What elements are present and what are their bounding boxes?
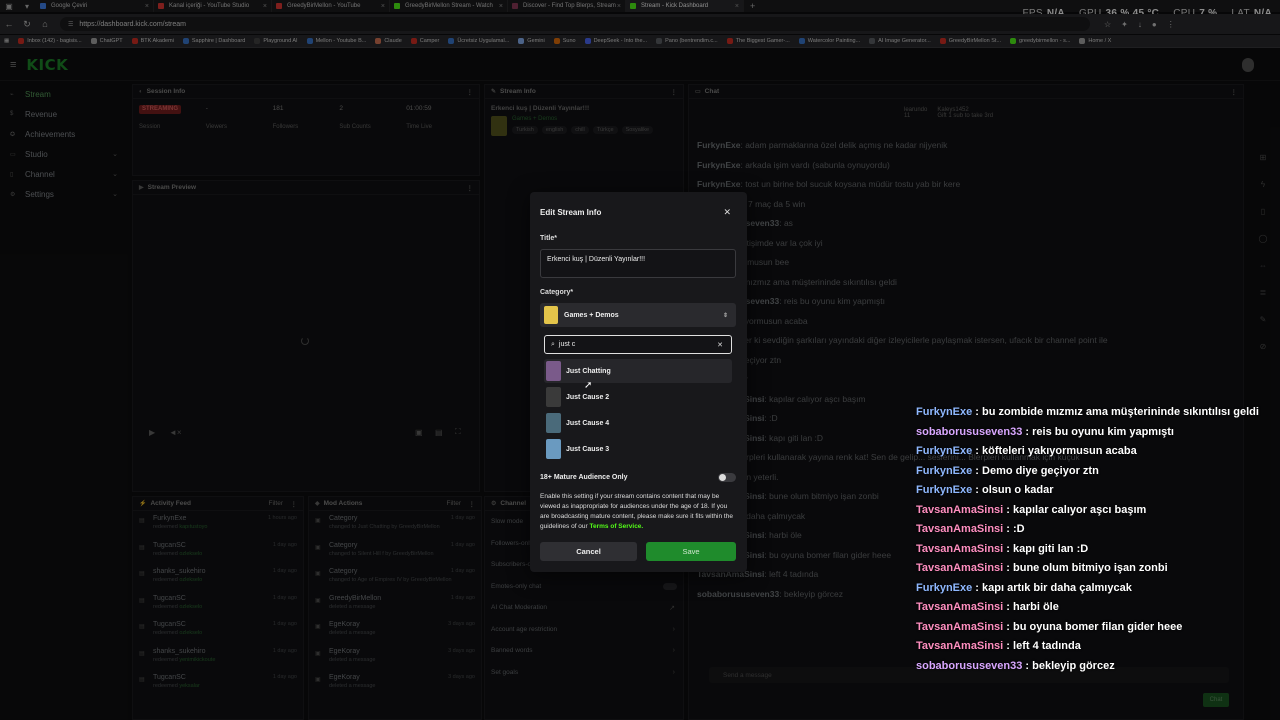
overlay-chat-user: FurkynExe: [916, 581, 973, 594]
save-button[interactable]: Save: [646, 542, 736, 561]
overlay-chat-text: kapı giti lan :D: [1013, 542, 1089, 555]
overlay-chat-user: TavsanAmaSinsi: [916, 542, 1004, 555]
clear-icon[interactable]: ✕: [717, 341, 723, 349]
overlay-chat-text: bekleyip görcez: [1032, 659, 1115, 672]
search-value: just c: [558, 341, 576, 348]
terms-of-service-link[interactable]: Terms of Service.: [590, 523, 644, 530]
overlay-chat-text: olsun o kadar: [982, 484, 1054, 496]
category-selected-value: Games + Demos: [564, 311, 619, 319]
overlay-chat-user: sobaborususeven33: [916, 659, 1023, 672]
mature-label: 18+ Mature Audience Only: [540, 474, 628, 481]
category-option-label: Just Cause 2: [566, 393, 610, 401]
overlay-chat-user: TavsanAmaSinsi: [916, 640, 1004, 652]
overlay-chat-text: bu zombide mızmız ama müşterininde sıkın…: [982, 406, 1259, 418]
category-option-thumbnail: [546, 361, 561, 381]
title-field[interactable]: Erkenci kuş | Düzenli Yayınlar!!!: [540, 249, 736, 278]
overlay-chat-line: TavsanAmaSinsi : bune olum bitmiyo işan …: [916, 562, 1168, 574]
category-label: Category*: [540, 289, 574, 296]
overlay-chat-text: harbi öle: [1013, 601, 1059, 613]
overlay-chat-text: kapı artık bir daha çalmıycak: [982, 581, 1132, 594]
overlay-chat-line: TavsanAmaSinsi : left 4 tadında: [916, 640, 1081, 652]
mature-description: Enable this setting if your stream conta…: [540, 493, 733, 530]
toggle-knob: [719, 474, 726, 481]
category-option[interactable]: Just Cause 2: [544, 385, 732, 409]
chevron-updown-icon: ⇕: [722, 312, 728, 319]
category-select[interactable]: Games + Demos ⇕: [540, 303, 736, 327]
overlay-chat-line: TavsanAmaSinsi : kapı giti lan :D: [916, 542, 1089, 555]
overlay-chat-user: TavsanAmaSinsi: [916, 523, 1004, 535]
overlay-chat-text: :D: [1013, 523, 1025, 535]
search-icon: ⌕: [551, 340, 555, 348]
category-option-label: Just Cause 3: [566, 445, 610, 453]
overlay-chat-line: sobaborususeven33 : bekleyip görcez: [916, 659, 1115, 672]
cancel-button[interactable]: Cancel: [540, 542, 637, 561]
category-option-thumbnail: [546, 413, 561, 433]
screen: { "tabs":[ {"label":"Google Çeviri","col…: [0, 0, 1280, 720]
overlay-chat-user: TavsanAmaSinsi: [916, 503, 1004, 516]
overlay-chat-text: reis bu oyunu kim yapmıştı: [1032, 425, 1174, 438]
overlay-chat-user: sobaborususeven33: [916, 425, 1023, 438]
overlay-chat-line: FurkynExe : bu zombide mızmız ama müşter…: [916, 406, 1259, 418]
mature-toggle-row: 18+ Mature Audience Only: [540, 473, 736, 482]
category-option-label: Just Cause 4: [566, 419, 610, 427]
overlay-chat-text: kapılar calıyor aşcı başım: [1013, 503, 1147, 516]
close-icon[interactable]: ✕: [723, 207, 731, 218]
overlay-chat-line: FurkynExe : olsun o kadar: [916, 484, 1054, 496]
overlay-chat-text: bune olum bitmiyo işan zonbi: [1013, 562, 1168, 574]
overlay-chat-line: TavsanAmaSinsi : bu oyuna bomer filan gi…: [916, 620, 1183, 633]
category-thumbnail: [544, 306, 558, 324]
overlay-chat-user: TavsanAmaSinsi: [916, 620, 1004, 633]
category-option-thumbnail: [546, 387, 561, 407]
category-option[interactable]: Just Cause 4: [544, 411, 732, 435]
overlay-chat-text: bu oyuna bomer filan gider heee: [1013, 620, 1183, 633]
overlay-chat-text: left 4 tadında: [1013, 640, 1081, 652]
overlay-chat-line: TavsanAmaSinsi : kapılar calıyor aşcı ba…: [916, 503, 1147, 516]
mature-toggle[interactable]: [718, 473, 736, 482]
category-option-label: Just Chatting: [566, 367, 611, 375]
category-option[interactable]: Just Chatting: [544, 359, 732, 383]
overlay-chat-line: TavsanAmaSinsi : harbi öle: [916, 601, 1059, 613]
overlay-chat-user: FurkynExe: [916, 406, 973, 418]
modal-title: Edit Stream Info: [540, 208, 602, 217]
overlay-chat-text: köfteleri yakıyormusun acaba: [982, 445, 1137, 457]
mouse-cursor-icon: ➚: [584, 380, 593, 391]
overlay-chat-line: FurkynExe : kapı artık bir daha çalmıyca…: [916, 581, 1132, 594]
title-label: Title*: [540, 235, 557, 242]
category-search-input[interactable]: ⌕ just c ✕: [544, 335, 732, 354]
category-option-thumbnail: [546, 439, 561, 459]
overlay-chat-line: FurkynExe : Demo diye geçiyor ztn: [916, 464, 1099, 477]
overlay-chat-user: FurkynExe: [916, 484, 973, 496]
category-option[interactable]: Just Cause 3: [544, 437, 732, 461]
overlay-chat-line: sobaborususeven33 : reis bu oyunu kim ya…: [916, 425, 1174, 438]
edit-stream-info-modal: Edit Stream Info ✕ Title* Erkenci kuş | …: [530, 192, 747, 572]
overlay-chat-line: TavsanAmaSinsi : :D: [916, 523, 1025, 535]
overlay-chat-line: FurkynExe : köfteleri yakıyormusun acaba: [916, 445, 1137, 457]
overlay-chat-user: FurkynExe: [916, 464, 973, 477]
overlay-chat-user: FurkynExe: [916, 445, 973, 457]
overlay-chat-user: TavsanAmaSinsi: [916, 601, 1004, 613]
overlay-chat-user: TavsanAmaSinsi: [916, 562, 1004, 574]
overlay-chat: FurkynExe : bu zombide mızmız ama müşter…: [916, 406, 1276, 679]
overlay-chat-text: Demo diye geçiyor ztn: [982, 464, 1099, 477]
